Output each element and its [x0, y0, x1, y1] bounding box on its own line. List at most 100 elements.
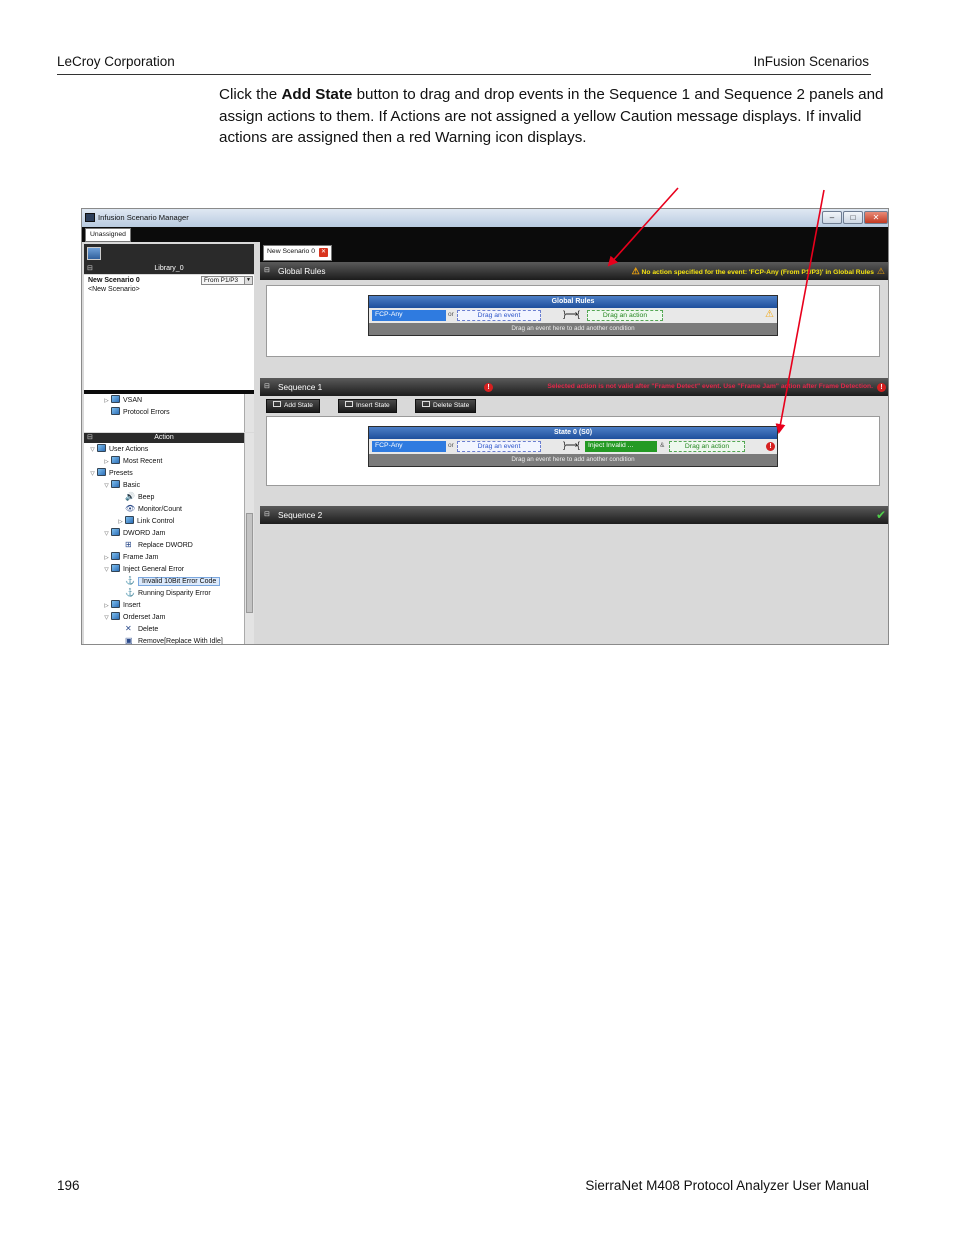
collapse-icon[interactable]: ⊟ — [264, 506, 270, 524]
add-condition-hint[interactable]: Drag an event here to add another condit… — [369, 323, 777, 335]
library-panel: New Scenario 0 <New Scenario> From P1/P3… — [84, 275, 254, 390]
drag-action-target[interactable]: Drag an action — [587, 310, 663, 321]
speaker-icon: 🔊 — [125, 492, 135, 501]
tree-item[interactable]: ▽ Presets — [88, 468, 133, 480]
tree-item[interactable]: ⚓ Running Disparity Error — [116, 588, 211, 600]
expand-arrow-icon[interactable]: ▽ — [102, 529, 111, 540]
page-number: 196 — [57, 1178, 80, 1193]
tree-item[interactable]: ▷ Most Recent — [102, 456, 162, 468]
library-scrollbar[interactable] — [244, 394, 254, 432]
minimize-button[interactable]: – — [822, 211, 842, 224]
folder-icon — [111, 456, 120, 464]
event-pill[interactable]: FCP-Any — [372, 441, 446, 452]
tree-item[interactable]: ▽ Orderset Jam — [102, 612, 165, 624]
event-pill[interactable]: FCP-Any — [372, 310, 446, 321]
expand-arrow-icon[interactable]: ▽ — [88, 445, 97, 456]
condition-row: FCP-Any or Drag an event }⟶{ Inject Inva… — [369, 439, 777, 454]
folder-icon — [111, 528, 120, 536]
tab-unassigned[interactable]: Unassigned — [85, 228, 131, 242]
port-select-value: From P1/P3 — [204, 277, 239, 284]
tree-item[interactable]: Protocol Errors — [102, 407, 170, 419]
close-button[interactable]: ✕ — [864, 211, 888, 224]
collapse-icon[interactable]: ⊟ — [264, 378, 270, 396]
action-header-label: Action — [154, 434, 174, 441]
add-state-button[interactable]: Add State — [266, 399, 320, 413]
action-header[interactable]: ⊟ Action — [84, 433, 244, 443]
maximize-button[interactable]: □ — [843, 211, 863, 224]
expand-arrow-icon[interactable]: ▷ — [102, 457, 111, 468]
folder-icon — [97, 468, 106, 476]
expand-arrow-icon[interactable]: ▽ — [88, 469, 97, 480]
close-tab-icon[interactable]: ✕ — [318, 248, 328, 257]
sequence1-header[interactable]: ⊟ Sequence 1 ! Selected action is not va… — [260, 378, 888, 396]
tree-item[interactable]: ▷ VSAN — [102, 395, 142, 407]
library-header[interactable]: ⊟ Library_0 — [84, 264, 254, 274]
scenario-editor: New Scenario 0 ✕ ⊟ Global Rules ⚠ No acti… — [257, 242, 888, 644]
tree-item[interactable]: ▷ Insert — [102, 600, 141, 612]
or-label: or — [448, 311, 454, 318]
tree-item[interactable]: ▣ Remove[Replace With Idle] — [116, 636, 223, 645]
action-pill[interactable]: Inject Invalid ... — [585, 441, 657, 452]
drag-event-target[interactable]: Drag an event — [457, 441, 541, 452]
expand-arrow-icon[interactable]: ▽ — [102, 613, 111, 624]
tree-item[interactable]: ▽ Basic — [102, 480, 140, 492]
tree-item-label: Most Recent — [123, 458, 163, 465]
action-scrollbar[interactable] — [244, 433, 254, 644]
drag-action-target[interactable]: Drag an action — [669, 441, 745, 452]
expand-arrow-icon[interactable]: ▷ — [116, 517, 125, 528]
folder-icon — [111, 552, 120, 560]
tree-item-label: Link Control — [137, 518, 175, 525]
collapse-icon[interactable]: ⊟ — [87, 264, 93, 274]
collapse-icon[interactable]: ⊟ — [87, 433, 93, 443]
expand-arrow-icon[interactable]: ▷ — [102, 396, 111, 407]
header-section: InFusion Scenarios — [753, 54, 869, 69]
drag-event-target[interactable]: Drag an event — [457, 310, 541, 321]
port-select[interactable]: From P1/P3 ▼ — [201, 276, 253, 285]
folder-icon — [111, 395, 120, 403]
tree-item-label: Beep — [138, 494, 155, 501]
caution-icon: ⚠ — [876, 266, 885, 276]
add-condition-hint[interactable]: Drag an event here to add another condit… — [369, 454, 777, 466]
then-brace-icon: }⟶{ — [563, 309, 580, 319]
tree-item[interactable]: 👁 Monitor/Count — [116, 504, 182, 516]
tree-item[interactable]: ⚓ Invalid 10Bit Error Code — [116, 576, 221, 588]
window-title: Infusion Scenario Manager — [98, 213, 189, 222]
global-rules-header[interactable]: ⊟ Global Rules ⚠ No action specified for… — [260, 262, 888, 280]
action-tree: ▽ User Actions ▷ Most Recent ▽ Presets ▽ Basic 🔊… — [84, 443, 244, 645]
expand-arrow-icon[interactable]: ▽ — [102, 565, 111, 576]
manual-title: SierraNet M408 Protocol Analyzer User Ma… — [585, 1178, 869, 1193]
tree-item-label: Invalid 10Bit Error Code — [138, 577, 221, 586]
scrollbar-thumb[interactable] — [246, 513, 253, 613]
delete-state-button[interactable]: Delete State — [415, 399, 477, 413]
tab-new-scenario[interactable]: New Scenario 0 ✕ — [263, 245, 332, 261]
global-rules-block: Global Rules FCP-Any or Drag an event }⟶… — [368, 295, 778, 336]
add-state-label: Add State — [284, 402, 313, 409]
tree-item[interactable]: ▷ Link Control — [116, 516, 174, 528]
expand-arrow-icon[interactable]: ▷ — [102, 553, 111, 564]
tree-item[interactable]: ▽ DWORD Jam — [102, 528, 165, 540]
folder-icon — [111, 600, 120, 608]
insert-state-icon — [345, 401, 353, 407]
warning-icon: ! — [766, 442, 775, 451]
tree-item-label: Orderset Jam — [123, 614, 166, 621]
header-rule — [57, 74, 871, 75]
insert-state-label: Insert State — [356, 402, 390, 409]
expand-arrow-icon[interactable]: ▽ — [102, 481, 111, 492]
folder-icon — [111, 612, 120, 620]
tree-item[interactable]: ✕ Delete — [116, 624, 158, 636]
sequence2-header[interactable]: ⊟ Sequence 2 ✔ — [260, 506, 888, 524]
caution-text: No action specified for the event: 'FCP-… — [641, 269, 874, 276]
tree-item[interactable]: ▷ Frame Jam — [102, 552, 158, 564]
tree-item[interactable]: ▽ Inject General Error — [102, 564, 184, 576]
scenario-name[interactable]: New Scenario 0 — [88, 277, 140, 284]
expand-arrow-icon[interactable]: ▷ — [102, 601, 111, 612]
doc-tab-label: New Scenario 0 — [267, 248, 315, 255]
tree-item[interactable]: ▽ User Actions — [88, 444, 148, 456]
tree-item[interactable]: 🔊 Beep — [116, 492, 154, 504]
tree-item[interactable]: ⊞ Replace DWORD — [116, 540, 193, 552]
chevron-down-icon[interactable]: ▼ — [244, 277, 252, 284]
collapse-icon[interactable]: ⊟ — [264, 262, 270, 280]
scenario-desc[interactable]: <New Scenario> — [88, 286, 140, 293]
insert-state-button[interactable]: Insert State — [338, 399, 397, 413]
library-tool-icon[interactable] — [87, 247, 101, 260]
